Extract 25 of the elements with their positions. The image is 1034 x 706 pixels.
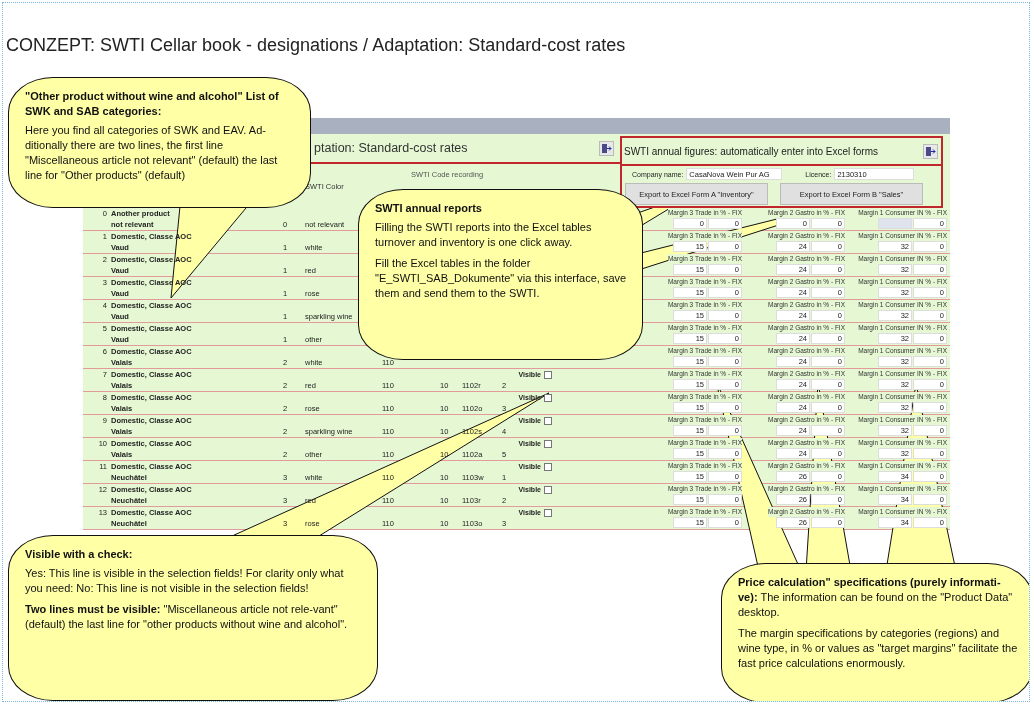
form-title: ptation: Standard-cost rates — [314, 141, 468, 155]
door-icon — [925, 145, 936, 157]
visible-checkbox[interactable] — [544, 370, 552, 379]
callout-text: Price calculation" specifications (purely informati-ve): The information can be found on the "Product Data" desktop. — [738, 575, 1014, 620]
door-icon — [601, 142, 612, 154]
callout-heading: SWTI annual reports — [375, 201, 483, 216]
exit-button[interactable] — [599, 140, 614, 156]
page-title: CONZEPT: SWTI Cellar book - designations / Adaptation: Standard-cost rates — [5, 34, 627, 57]
visible-checkbox[interactable] — [544, 485, 552, 494]
visible-checkbox[interactable] — [544, 462, 552, 471]
callout-text: Filling the SWTI reports into the Excel tables turnover and inventory is one click away. — [375, 220, 593, 250]
visible-checkbox[interactable] — [544, 393, 552, 402]
callout-text: Fill the Excel tables in the folder "E_SWTI_SAB_Dokumente" via this interface, save them and send them to the SWTI. — [375, 256, 628, 301]
exit-button[interactable] — [923, 143, 938, 159]
callout-text: Yes: This line is visible in the selection fields! For clarity only what you need: No: This line is not visible in the selection fields! — [25, 566, 345, 596]
visible-checkbox[interactable] — [544, 416, 552, 425]
callout-text: The margin specifications by categories (regions) and wine type, in % or values as "target margins" facilitate the fast price calculations enormously. — [738, 626, 1018, 671]
visible-checkbox[interactable] — [544, 508, 552, 517]
callout-text: Two lines must be visible: "Miscellaneous article not rele-vant" (default) the last line for "other products without wine and alcohol". — [25, 602, 349, 632]
callout-heading: Visible with a check: — [25, 547, 134, 562]
visible-checkbox[interactable] — [544, 439, 552, 448]
callout-text: Here you find all categories of SWK and EAV. Ad-ditionally there are two lines, the first line "Miscellaneous article not relevant" (default) the last line for "Other products" (default) — [25, 123, 279, 183]
callout-heading: "Other product without wine and alcohol" List of SWK and SAB categories: — [25, 89, 280, 119]
margin-field[interactable] — [878, 218, 912, 229]
panel-title: SWTI annual figures: automatically enter into Excel forms — [624, 145, 878, 157]
